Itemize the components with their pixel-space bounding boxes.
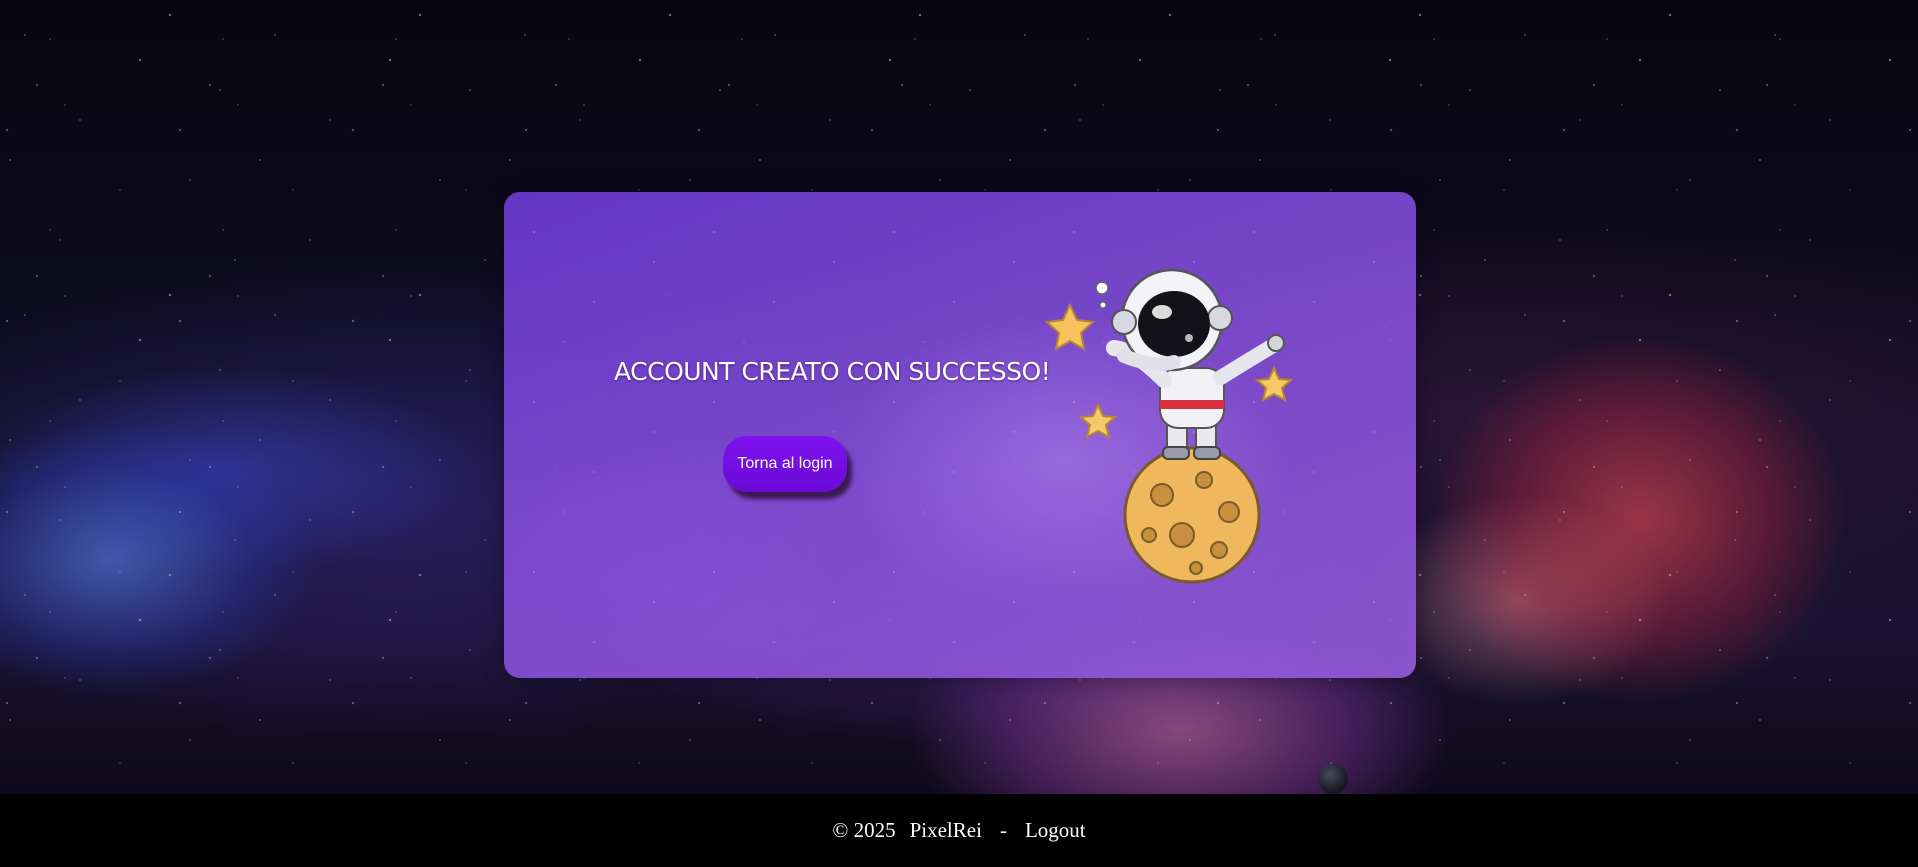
success-card: ACCOUNT CREATO CON SUCCESSO! Torna al lo…: [504, 192, 1416, 678]
logout-link[interactable]: Logout: [1025, 818, 1086, 843]
brand-name: PixelRei: [909, 818, 982, 842]
back-to-login-button[interactable]: Torna al login: [723, 436, 847, 492]
star-icon: [1254, 365, 1294, 402]
footer: © 2025 PixelRei - Logout: [0, 794, 1918, 867]
small-planet: [1318, 764, 1348, 794]
success-heading: ACCOUNT CREATO CON SUCCESSO!: [614, 357, 1051, 386]
footer-separator: -: [999, 818, 1007, 842]
astronaut-on-moon-illustration: [1044, 268, 1294, 584]
star-icon: [1078, 402, 1118, 439]
star-icon: [1044, 302, 1096, 351]
moon: [1123, 446, 1261, 584]
astronaut: [1106, 268, 1285, 460]
page: ACCOUNT CREATO CON SUCCESSO! Torna al lo…: [0, 0, 1918, 867]
copyright-text: © 2025: [832, 818, 896, 842]
